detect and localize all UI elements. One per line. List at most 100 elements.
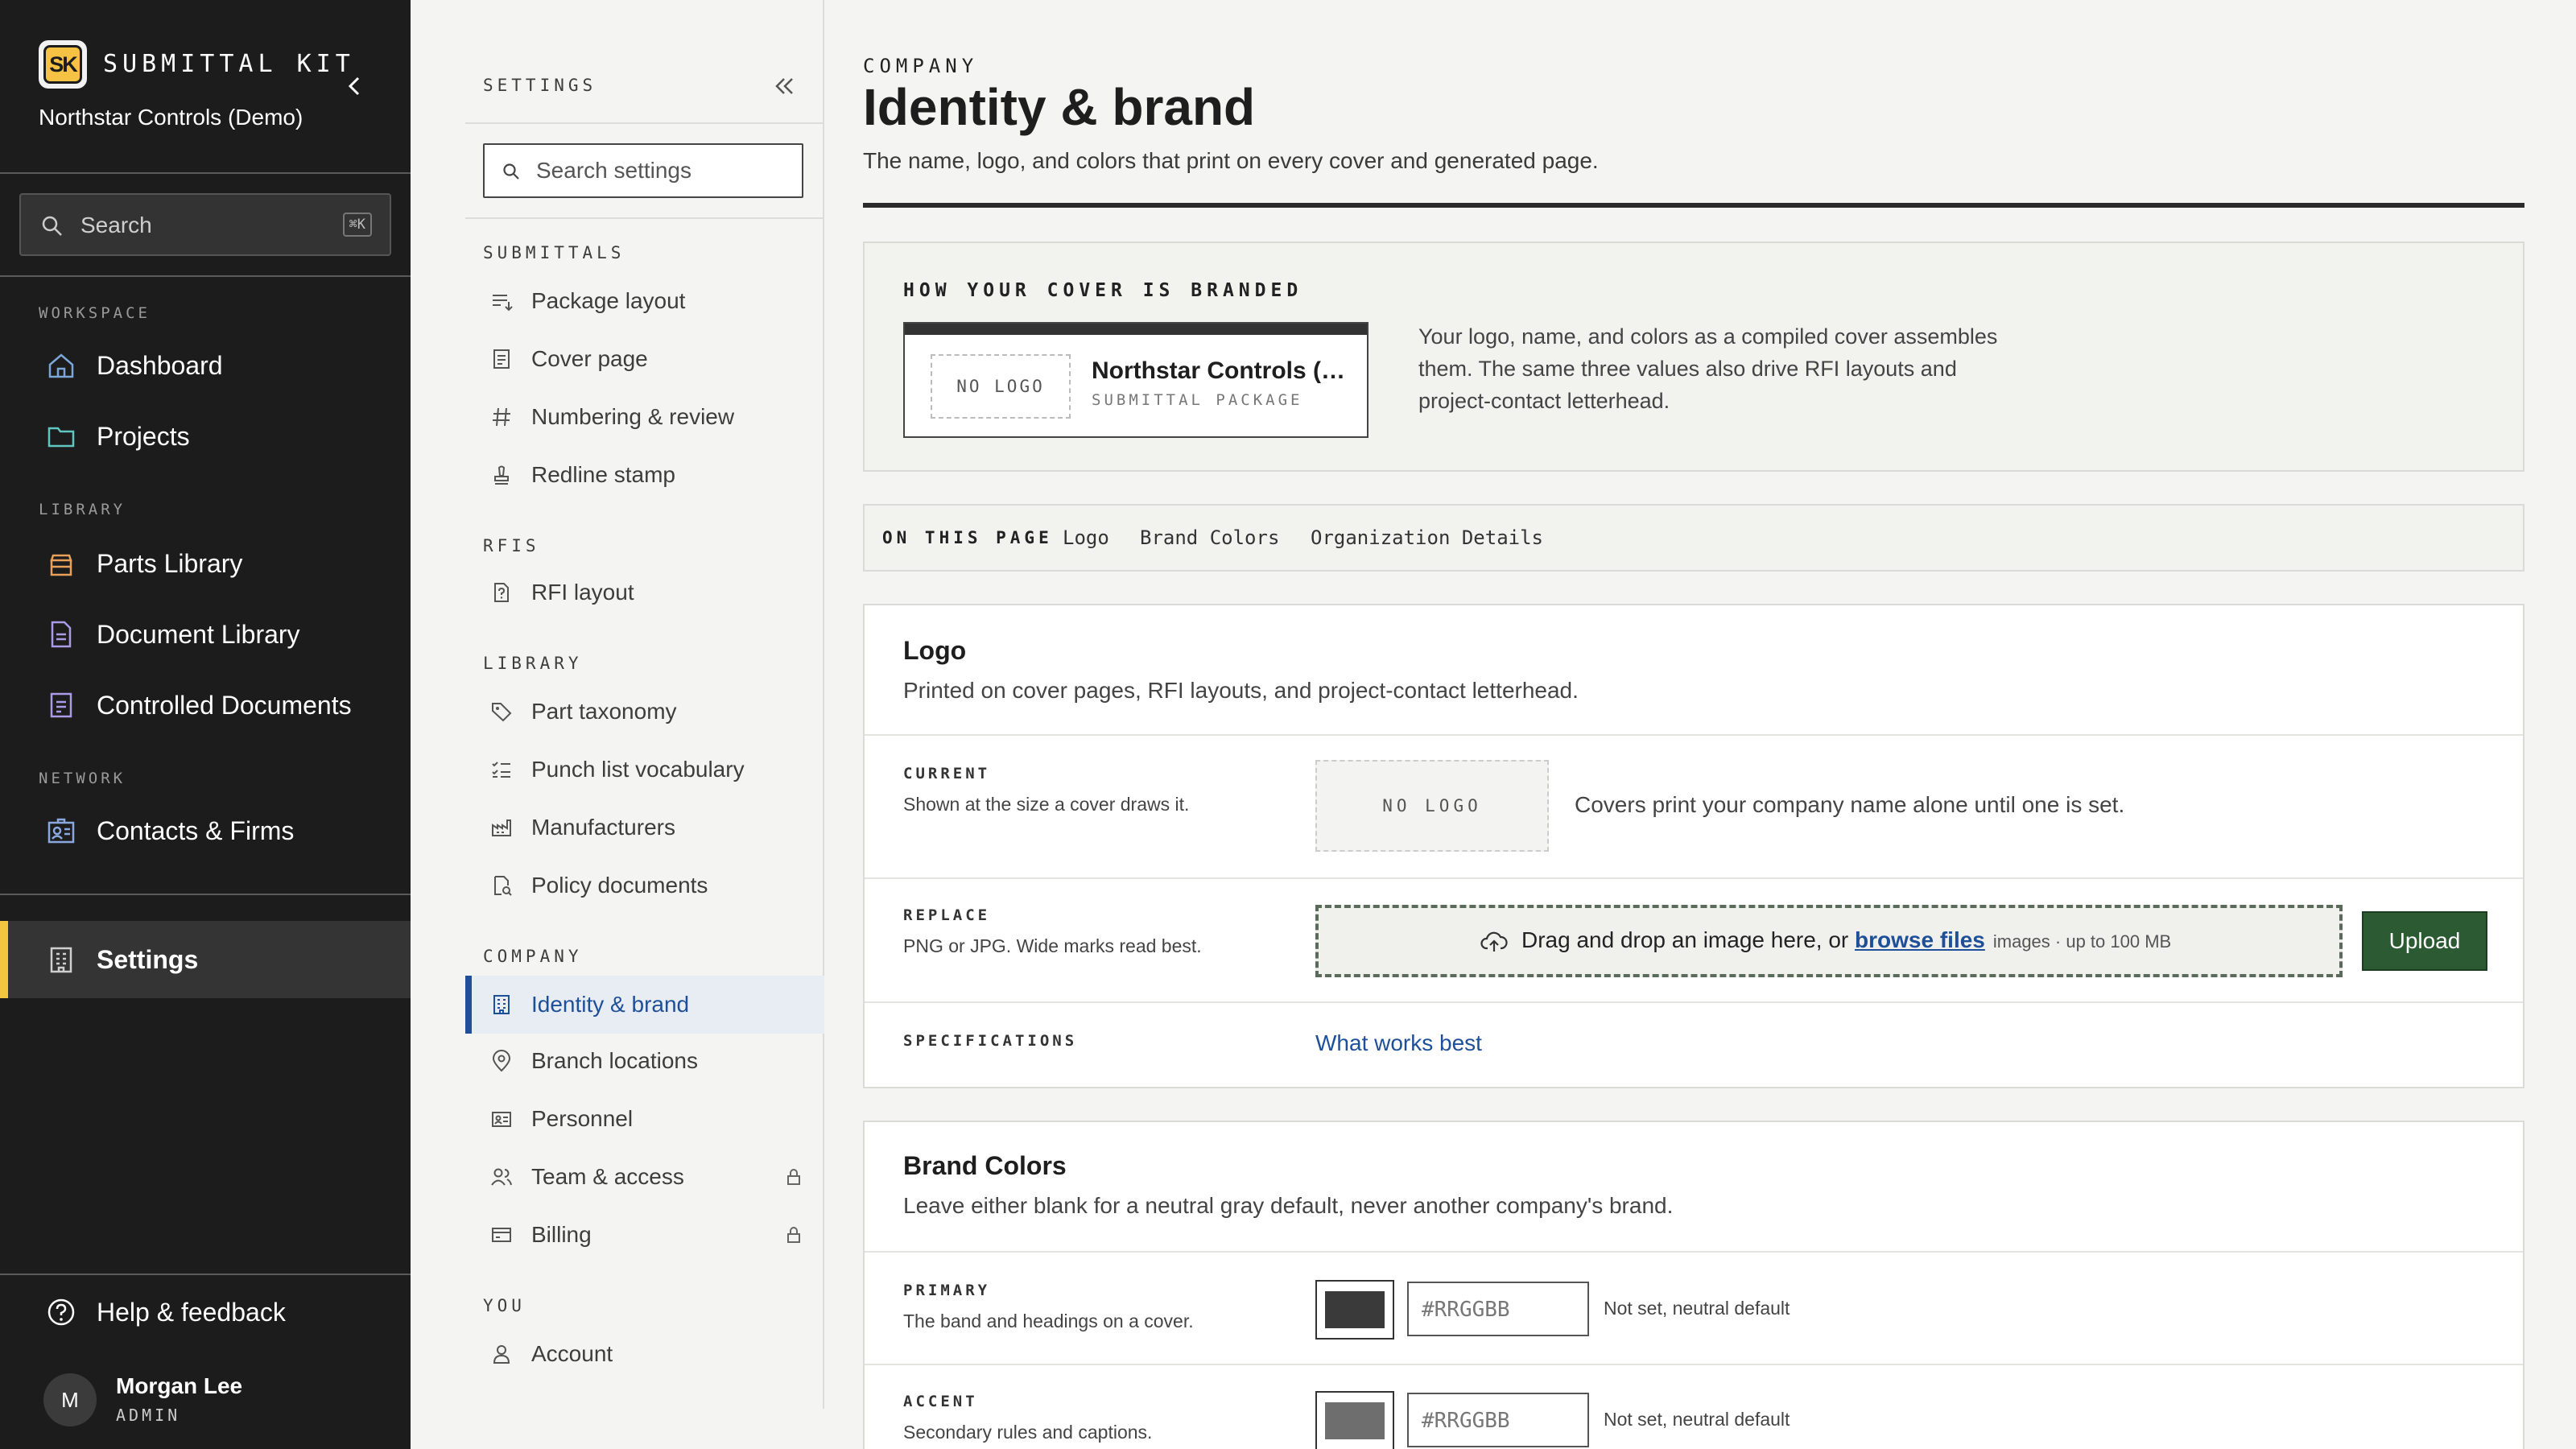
- nav-item-settings[interactable]: Settings: [0, 921, 411, 998]
- primary-color-swatch[interactable]: [1315, 1280, 1394, 1340]
- what-works-best-link[interactable]: What works best: [1315, 1030, 1482, 1056]
- chevron-left-icon: [348, 76, 360, 96]
- nav-item-controlled-documents[interactable]: Controlled Documents: [0, 673, 411, 737]
- app-logo[interactable]: SK: [39, 40, 87, 89]
- home-icon: [48, 353, 74, 378]
- lock-icon: [787, 1227, 800, 1243]
- current-logo-caption: Covers print your company name alone unt…: [1575, 792, 2125, 817]
- cover-subtitle: SUBMITTAL PACKAGE: [1092, 391, 1303, 409]
- org-name[interactable]: Northstar Controls (Demo): [39, 105, 303, 130]
- anchor-brand-colors[interactable]: Brand Colors: [1140, 526, 1279, 549]
- nav-item-label: Settings: [97, 944, 199, 974]
- divider: [865, 1251, 2523, 1253]
- settings-item-part-taxonomy[interactable]: Part taxonomy: [465, 684, 824, 739]
- help-icon: [47, 1298, 75, 1326]
- location-pin-icon: [492, 1050, 511, 1072]
- primary-color-chip: [1325, 1291, 1385, 1328]
- nav-item-parts-library[interactable]: Parts Library: [0, 531, 411, 596]
- settings-item-branch-locations[interactable]: Branch locations: [465, 1034, 824, 1088]
- settings-item-package-layout[interactable]: Package layout: [465, 274, 824, 328]
- settings-item-redline-stamp[interactable]: Redline stamp: [465, 448, 824, 502]
- settings-item-manufacturers[interactable]: Manufacturers: [465, 800, 824, 855]
- nav-item-document-library[interactable]: Document Library: [0, 602, 411, 667]
- browse-files-link[interactable]: browse files: [1855, 927, 1985, 952]
- settings-search-input[interactable]: Search settings: [483, 143, 803, 198]
- settings-item-rfi-layout[interactable]: RFI layout: [465, 565, 824, 620]
- global-search-placeholder: Search: [80, 213, 152, 237]
- page-title: Identity & brand: [863, 78, 1256, 136]
- nav-item-dashboard[interactable]: Dashboard: [0, 333, 411, 398]
- cover-logo-placeholder: NO LOGO: [931, 354, 1071, 419]
- shortcut-badge: ⌘K: [342, 213, 372, 237]
- page-icon: [493, 349, 510, 369]
- dropzone-instructions: Drag and drop an image here, or: [1521, 927, 1849, 952]
- settings-item-punch-list-vocabulary[interactable]: Punch list vocabulary: [465, 742, 824, 797]
- group-you: YOU: [483, 1296, 526, 1315]
- accent-color-swatch[interactable]: [1315, 1391, 1394, 1449]
- controlled-document-icon: [50, 692, 72, 718]
- upload-cloud-icon: [1480, 931, 1508, 952]
- nav-item-label: Help & feedback: [97, 1297, 286, 1327]
- nav-item-contacts-firms[interactable]: Contacts & Firms: [0, 799, 411, 863]
- brand-colors-section: Brand Colors Leave either blank for a ne…: [863, 1121, 2524, 1449]
- cover-band: [905, 324, 1367, 335]
- user-role: ADMIN: [116, 1406, 181, 1425]
- building-icon: [493, 995, 510, 1014]
- settings-item-label: Part taxonomy: [531, 699, 677, 724]
- dropzone-limits: images · up to 100 MB: [1992, 931, 2172, 952]
- list-layout-icon: [493, 295, 513, 312]
- settings-item-label: Policy documents: [531, 873, 708, 898]
- nav-item-label: Dashboard: [97, 350, 223, 380]
- users-icon: [491, 1168, 512, 1186]
- on-this-page-nav: ON THIS PAGE Logo Brand Colors Organizat…: [863, 504, 2524, 572]
- credit-card-icon: [492, 1228, 511, 1242]
- user-name: Morgan Lee: [116, 1373, 243, 1398]
- anchor-organization-details[interactable]: Organization Details: [1311, 526, 1543, 549]
- global-search[interactable]: Search ⌘K: [19, 193, 391, 256]
- settings-item-label: Redline stamp: [531, 462, 675, 487]
- primary-color-input[interactable]: #RRGGBB: [1407, 1282, 1589, 1336]
- app-logo-mark: SK: [43, 45, 82, 84]
- nav-section-network: NETWORK: [39, 770, 126, 787]
- preview-description: Your logo, name, and colors as a compile…: [1418, 324, 1998, 413]
- group-rfis: RFIS: [483, 536, 540, 555]
- avatar: M: [43, 1373, 97, 1426]
- settings-item-policy-documents[interactable]: Policy documents: [465, 858, 824, 913]
- settings-item-team-access[interactable]: Team & access: [465, 1150, 824, 1204]
- nav-item-projects[interactable]: Projects: [0, 404, 411, 469]
- upload-button[interactable]: Upload: [2362, 911, 2487, 971]
- settings-item-personnel[interactable]: Personnel: [465, 1092, 824, 1146]
- divider: [0, 275, 411, 277]
- divider: [865, 734, 2523, 736]
- settings-item-numbering-review[interactable]: Numbering & review: [465, 390, 824, 444]
- search-icon: [42, 216, 62, 236]
- settings-title: SETTINGS: [483, 76, 597, 95]
- collapse-sidebar-button[interactable]: [341, 72, 369, 100]
- settings-item-label: Billing: [531, 1222, 592, 1247]
- section-description: Leave either blank for a neutral gray de…: [903, 1193, 1674, 1218]
- divider: [865, 1364, 2523, 1365]
- settings-item-cover-page[interactable]: Cover page: [465, 332, 824, 386]
- settings-item-account[interactable]: Account: [465, 1327, 824, 1381]
- settings-item-label: Personnel: [531, 1106, 634, 1131]
- nav-item-help[interactable]: Help & feedback: [0, 1280, 411, 1344]
- accent-color-status: Not set, neutral default: [1604, 1409, 1790, 1430]
- main-content: COMPANY Identity & brand The name, logo,…: [863, 0, 2524, 1449]
- row-desc-accent: Secondary rules and captions.: [903, 1422, 1153, 1443]
- collapse-settings-button[interactable]: [770, 72, 799, 100]
- settings-item-identity-brand[interactable]: Identity & brand: [465, 976, 824, 1034]
- settings-item-billing[interactable]: Billing: [465, 1208, 824, 1262]
- accent-color-input[interactable]: #RRGGBB: [1407, 1393, 1589, 1447]
- question-doc-icon: [494, 583, 509, 602]
- logo-dropzone[interactable]: Drag and drop an image here, or browse f…: [1315, 905, 2343, 977]
- title-rule: [863, 203, 2524, 208]
- row-label-accent: ACCENT: [903, 1393, 978, 1410]
- policy-doc-icon: [494, 876, 512, 896]
- anchor-logo[interactable]: Logo: [1063, 526, 1109, 549]
- settings-item-label: Package layout: [531, 288, 686, 313]
- divider: [465, 217, 824, 219]
- row-desc-primary: The band and headings on a cover.: [903, 1311, 1194, 1331]
- cover-branding-preview: HOW YOUR COVER IS BRANDED NO LOGO Norths…: [863, 242, 2524, 472]
- on-this-page-label: ON THIS PAGE: [882, 528, 1053, 547]
- cover-preview: NO LOGO Northstar Controls (Demo) SUBMIT…: [903, 322, 1368, 438]
